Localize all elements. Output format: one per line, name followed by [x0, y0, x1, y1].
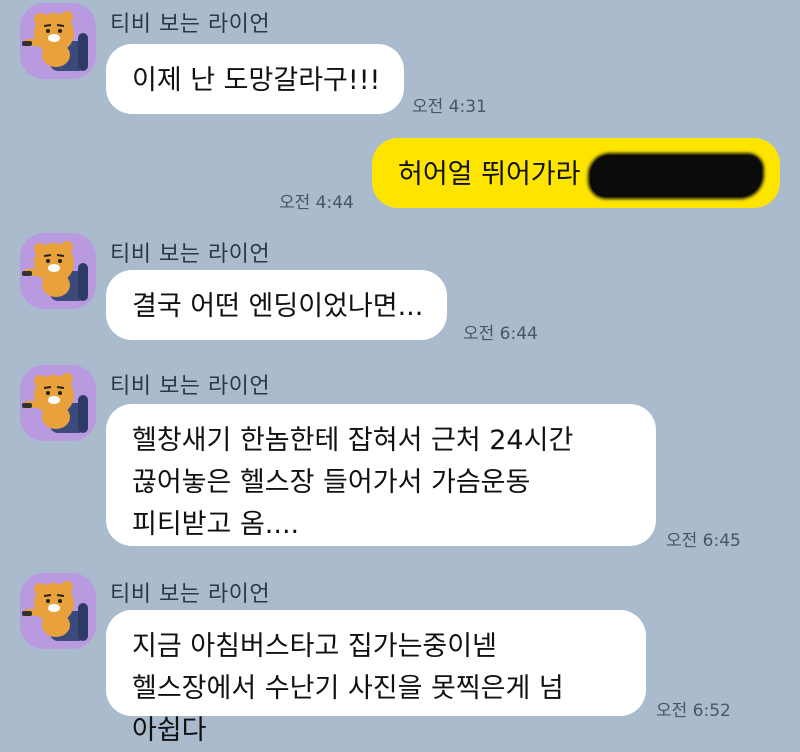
message-text: 결국 어떤 엔딩이었나면... — [132, 291, 424, 322]
outgoing-message-bubble[interactable]: 허어얼 뛰어가라 — [372, 138, 780, 208]
avatar[interactable] — [20, 233, 96, 309]
message-time: 오전 6:44 — [463, 324, 538, 344]
sender-name: 티비 보는 라이언 — [110, 582, 271, 607]
message-text: 이제 난 도망갈라구!!! — [132, 65, 381, 96]
message-time: 오전 4:44 — [279, 193, 354, 213]
avatar[interactable] — [20, 573, 96, 649]
message-bubble[interactable]: 헬창새기 한놈한테 잡혀서 근처 24시간 끊어놓은 헬스장 들어가서 가슴운동… — [106, 404, 656, 546]
message-bubble[interactable]: 결국 어떤 엔딩이었나면... — [106, 270, 448, 340]
message-time: 오전 6:45 — [666, 531, 741, 551]
message-time: 오전 6:52 — [656, 701, 731, 721]
message-text: 허어얼 뛰어가라 — [398, 159, 581, 190]
sender-name: 티비 보는 라이언 — [110, 12, 271, 37]
avatar[interactable] — [20, 3, 96, 79]
ryan-lion-icon — [22, 373, 88, 433]
ryan-lion-icon — [22, 241, 88, 301]
redacted-text-mark — [590, 154, 763, 197]
ryan-lion-icon — [22, 581, 88, 641]
message-bubble[interactable]: 지금 아침버스타고 집가는중이넫 헬스장에서 수난기 사진을 못찍은게 넘 아쉽… — [106, 610, 646, 746]
message-text: 헬창새기 한놈한테 잡혀서 근처 24시간 끊어놓은 헬스장 들어가서 가슴운동… — [132, 425, 574, 540]
sender-name: 티비 보는 라이언 — [110, 374, 271, 399]
ryan-lion-icon — [22, 11, 88, 71]
message-text: 지금 아침버스타고 집가는중이넫 헬스장에서 수난기 사진을 못찍은게 넘 아쉽… — [132, 631, 564, 746]
sender-name: 티비 보는 라이언 — [110, 242, 271, 267]
message-bubble[interactable]: 이제 난 도망갈라구!!! — [106, 44, 405, 114]
avatar[interactable] — [20, 365, 96, 441]
message-time: 오전 4:31 — [412, 97, 487, 117]
